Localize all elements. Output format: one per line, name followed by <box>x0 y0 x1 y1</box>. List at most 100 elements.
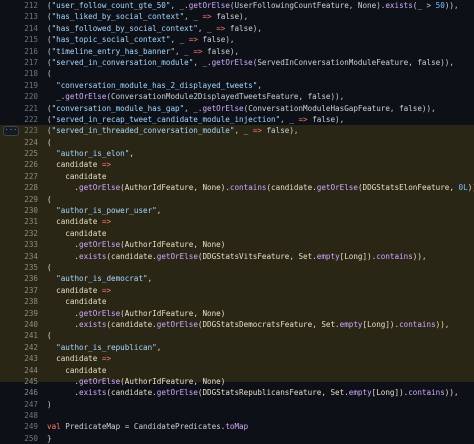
code-text: val PredicateMap = CandidatePredicates.t… <box>47 422 249 432</box>
code-line: 214 ("has_followed_by_social_context", _ … <box>0 23 474 34</box>
code-text: candidate => <box>47 354 112 364</box>
code-text: "author_is_republican", <box>56 342 162 352</box>
code-text: "conversation_module_has_2_displayed_twe… <box>56 80 262 90</box>
line-number[interactable]: 230 <box>16 205 38 216</box>
code-line: 237 candidate => <box>0 285 474 296</box>
line-number[interactable]: 242 <box>16 342 38 353</box>
code-line: 245 .getOrElse(AuthorIdFeature, None) <box>0 376 474 387</box>
line-number[interactable]: 222 <box>16 114 38 125</box>
line-number[interactable]: 219 <box>16 80 38 91</box>
line-number[interactable]: 227 <box>16 171 38 182</box>
code-text: .exists(candidate.getOrElse(DDGStatsDemo… <box>47 319 450 329</box>
code-text: } <box>47 433 52 443</box>
code-text: ( <box>47 194 52 204</box>
line-number[interactable]: 246 <box>16 387 38 398</box>
code-text: ) <box>47 399 52 409</box>
code-line: 221 ("conversation_module_has_gap", _.get… <box>0 103 474 114</box>
code-text: ("served_in_recap_tweet_candidate_module… <box>47 114 345 124</box>
code-text: ( <box>47 331 52 341</box>
line-number[interactable]: 232 <box>16 228 38 239</box>
line-number[interactable]: 229 <box>16 194 38 205</box>
code-line: 230 "author_is_power_user", <box>0 205 474 216</box>
code-line: 231 candidate => <box>0 216 474 227</box>
line-number[interactable]: 235 <box>16 262 38 273</box>
line-number[interactable]: 213 <box>16 11 38 22</box>
code-line: 219 "conversation_module_has_2_displayed… <box>0 80 474 91</box>
line-number[interactable]: 236 <box>16 273 38 284</box>
code-line: 247) <box>0 399 474 410</box>
line-number[interactable]: 221 <box>16 103 38 114</box>
code-text: ( <box>47 69 52 79</box>
code-line: 240 .exists(candidate.getOrElse(DDGStats… <box>0 319 474 330</box>
code-text: .exists(candidate.getOrElse(DDGStatsRepu… <box>47 388 459 398</box>
code-text: ("conversation_module_has_gap", _.getOrE… <box>47 103 436 113</box>
code-line: 220 _.getOrElse(ConversationModule2Displ… <box>0 91 474 102</box>
code-line: 249 val PredicateMap = CandidatePredicate… <box>0 421 474 432</box>
line-number[interactable]: 228 <box>16 182 38 193</box>
line-number[interactable]: 243 <box>16 353 38 364</box>
code-text: .getOrElse(AuthorIdFeature, None) <box>47 376 226 386</box>
line-number[interactable]: 237 <box>16 285 38 296</box>
line-number[interactable]: 239 <box>16 308 38 319</box>
line-number[interactable]: 226 <box>16 159 38 170</box>
line-number[interactable]: 241 <box>16 330 38 341</box>
line-number[interactable]: 247 <box>16 399 38 410</box>
code-text: ("has_topic_social_context", _ => false)… <box>47 35 235 45</box>
code-text: ("has_liked_by_social_context", _ => fal… <box>47 12 249 22</box>
code-line: 213 ("has_liked_by_social_context", _ => … <box>0 11 474 22</box>
code-text: _.getOrElse(ConversationModule2Displayed… <box>47 92 345 102</box>
line-number[interactable]: 224 <box>16 137 38 148</box>
code-text: candidate <box>47 171 107 181</box>
line-number[interactable]: 216 <box>16 46 38 57</box>
code-text: ("served_in_threaded_conversation_module… <box>47 126 299 136</box>
code-text: ("served_in_conversation_module", _.getO… <box>47 57 454 67</box>
code-text: .getOrElse(AuthorIdFeature, None) <box>47 308 226 318</box>
code-line: 229 ( <box>0 194 474 205</box>
line-number[interactable]: 231 <box>16 216 38 227</box>
code-line: 227 candidate <box>0 171 474 182</box>
code-text: "author_is_democrat", <box>56 274 153 284</box>
line-number[interactable]: 225 <box>16 148 38 159</box>
line-number[interactable]: 218 <box>16 68 38 79</box>
code-line: 241 ( <box>0 330 474 341</box>
code-line: 224 ( <box>0 137 474 148</box>
code-text: ("timeline_entry_has_banner", _ => false… <box>47 46 240 56</box>
line-number[interactable]: 244 <box>16 365 38 376</box>
code-line: 250} <box>0 433 474 444</box>
code-text: candidate => <box>47 217 112 227</box>
code-text: .getOrElse(AuthorIdFeature, None).contai… <box>47 183 474 193</box>
code-line: 234 .exists(candidate.getOrElse(DDGStats… <box>0 251 474 262</box>
code-text: ("user_follow_count_gte_50", _.getOrElse… <box>47 1 459 10</box>
code-line: 228 .getOrElse(AuthorIdFeature, None).co… <box>0 182 474 193</box>
code-viewer: ··· 212 ("user_follow_count_gte_50", _.ge… <box>0 0 474 443</box>
code-line: 226 candidate => <box>0 159 474 170</box>
line-number[interactable]: 245 <box>16 376 38 387</box>
line-number[interactable]: 223 <box>16 125 38 136</box>
line-number[interactable]: 215 <box>16 34 38 45</box>
code-text: .exists(candidate.getOrElse(DDGStatsVits… <box>47 251 427 261</box>
line-number[interactable]: 220 <box>16 91 38 102</box>
code-line: 212 ("user_follow_count_gte_50", _.getOrE… <box>0 0 474 11</box>
line-number[interactable]: 240 <box>16 319 38 330</box>
code-text: candidate => <box>47 160 112 170</box>
line-number[interactable]: 234 <box>16 251 38 262</box>
code-line: 235 ( <box>0 262 474 273</box>
code-line: 223 ("served_in_threaded_conversation_mod… <box>0 125 474 136</box>
line-number[interactable]: 238 <box>16 296 38 307</box>
code-text: candidate <box>47 228 107 238</box>
line-number[interactable]: 250 <box>16 433 38 444</box>
line-number[interactable]: 214 <box>16 23 38 34</box>
line-number[interactable]: 249 <box>16 421 38 432</box>
code-line: 232 candidate <box>0 228 474 239</box>
code-line: 215 ("has_topic_social_context", _ => fal… <box>0 34 474 45</box>
code-line: 216 ("timeline_entry_has_banner", _ => fa… <box>0 46 474 57</box>
code-line: 238 candidate <box>0 296 474 307</box>
line-number[interactable]: 217 <box>16 57 38 68</box>
code-line: 236 "author_is_democrat", <box>0 273 474 284</box>
code-text: .getOrElse(AuthorIdFeature, None) <box>47 240 226 250</box>
line-number[interactable]: 233 <box>16 239 38 250</box>
code-line: 242 "author_is_republican", <box>0 342 474 353</box>
code-text: candidate <box>47 365 107 375</box>
code-line: 225 "author_is_elon", <box>0 148 474 159</box>
line-number[interactable]: 212 <box>16 0 38 11</box>
